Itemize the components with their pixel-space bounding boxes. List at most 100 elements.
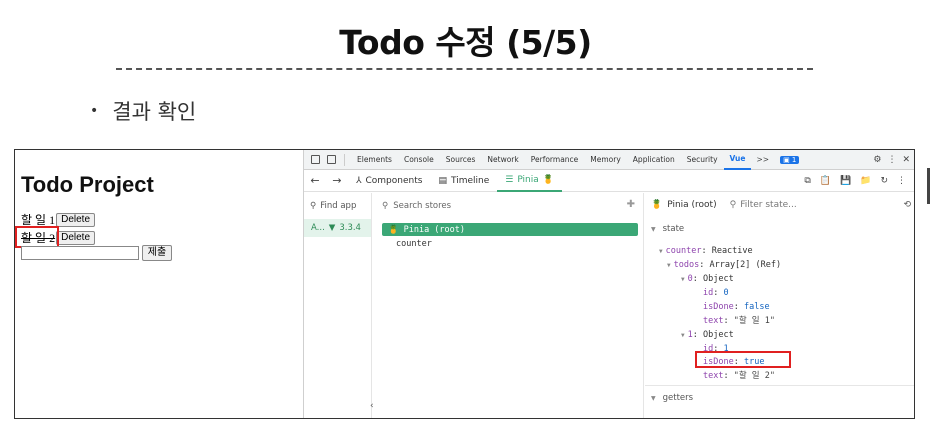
- timeline-icon: ▤: [438, 175, 447, 186]
- node-key: isDone: [703, 302, 734, 312]
- chevron-down-icon: ▼: [681, 332, 685, 339]
- search-icon: ⚲: [310, 201, 317, 211]
- highlight-box: [15, 226, 59, 248]
- kebab-menu-icon[interactable]: ⋮: [887, 155, 896, 165]
- submit-button[interactable]: 제출: [142, 245, 172, 261]
- bullet-dot-icon: •: [90, 103, 99, 119]
- node-value: 0: [723, 288, 729, 298]
- tab-network[interactable]: Network: [481, 150, 524, 170]
- store-item-counter[interactable]: counter: [396, 239, 432, 249]
- node-key: counter: [665, 246, 702, 256]
- inspector-title: Pinia (root): [667, 200, 717, 210]
- delete-button[interactable]: Delete: [56, 212, 95, 227]
- bullet-item: • 결과 확인: [90, 96, 196, 126]
- stores-column: ⚲ Search stores ✚ 🍍 Pinia (root) counter: [372, 193, 644, 418]
- browser-screenshot: Todo Project 할 일 1 Delete 할 일 2 Delete 제…: [14, 149, 915, 419]
- close-icon[interactable]: ✕: [902, 155, 910, 165]
- tab-sources[interactable]: Sources: [440, 150, 482, 170]
- app-list-item[interactable]: A... ▼ 3.3.4: [304, 219, 371, 237]
- folder-icon[interactable]: 📁: [860, 176, 871, 186]
- divider: [344, 153, 345, 166]
- state-section-header[interactable]: ▼ state: [651, 224, 684, 234]
- delete-button[interactable]: Delete: [56, 230, 95, 245]
- node-value: "할 일 2": [733, 371, 775, 381]
- tree-leaf[interactable]: text: "할 일 1": [703, 315, 775, 327]
- history-icon[interactable]: ⟲: [903, 200, 911, 210]
- gear-icon[interactable]: ⚙: [873, 155, 881, 165]
- filter-placeholder: Filter state...: [740, 200, 797, 210]
- plugin-icon[interactable]: ✚: [627, 199, 635, 210]
- getters-label: getters: [662, 393, 694, 403]
- tree-node-item-0[interactable]: ▼ 0: Object: [681, 273, 734, 285]
- chevron-down-icon: ▼: [681, 276, 685, 283]
- chevron-down-icon: ▼: [659, 248, 663, 255]
- highlight-box: [695, 351, 791, 368]
- devtools-panel: Elements Console Sources Network Perform…: [303, 150, 914, 418]
- components-icon: ⅄: [356, 175, 362, 186]
- search-icon: ⚲: [729, 200, 737, 210]
- tab-security[interactable]: Security: [681, 150, 724, 170]
- tree-leaf[interactable]: isDone: false: [703, 301, 770, 313]
- refresh-icon[interactable]: ↻: [880, 176, 888, 186]
- tab-pinia[interactable]: ☰ Pinia 🍍: [497, 170, 562, 192]
- device-toolbar-icon[interactable]: [327, 155, 336, 164]
- tree-leaf[interactable]: text: "할 일 2": [703, 370, 775, 382]
- find-app-search[interactable]: ⚲ Find app: [310, 201, 356, 211]
- tree-node-counter[interactable]: ▼ counter: Reactive: [659, 245, 753, 257]
- chevron-down-icon: ▼: [667, 262, 671, 269]
- back-arrow-icon[interactable]: ←: [304, 174, 326, 187]
- store-item-root[interactable]: 🍍 Pinia (root): [382, 223, 638, 236]
- node-value: Array[2] (Ref): [709, 260, 782, 270]
- clipboard-icon[interactable]: 📋: [820, 176, 831, 186]
- slide-title: Todo 수정 (5/5): [339, 23, 592, 62]
- node-key: text: [703, 316, 724, 326]
- tab-performance[interactable]: Performance: [525, 150, 585, 170]
- pinia-icon: 🍍: [388, 224, 399, 235]
- pinia-icon: 🍍: [651, 200, 663, 210]
- search-stores-input[interactable]: ⚲ Search stores: [382, 201, 451, 211]
- chevron-right-icon: ▼: [651, 394, 656, 402]
- node-value: Object: [703, 330, 734, 340]
- app-version: 3.3.4: [339, 223, 361, 233]
- forward-arrow-icon[interactable]: →: [326, 174, 348, 187]
- node-value: false: [743, 302, 770, 312]
- tab-elements[interactable]: Elements: [351, 150, 398, 170]
- save-icon[interactable]: 💾: [840, 176, 851, 186]
- pinia-icon: 🍍: [542, 174, 554, 185]
- find-app-placeholder: Find app: [320, 201, 357, 211]
- devtools-controls: ⚙ ⋮ ✕: [873, 155, 914, 165]
- tab-vue[interactable]: Vue: [723, 150, 752, 170]
- node-value: "할 일 1": [733, 316, 775, 326]
- tab-application[interactable]: Application: [627, 150, 681, 170]
- state-inspector: 🍍 Pinia (root) ⚲ Filter state... ⟲ ▼ sta…: [645, 193, 914, 418]
- app-name: A...: [311, 223, 325, 233]
- kebab-menu-icon[interactable]: ⋮: [897, 176, 906, 186]
- node-key: id: [703, 288, 714, 298]
- bullet-text: 결과 확인: [112, 100, 197, 124]
- app-title: Todo Project: [21, 172, 154, 197]
- issues-badge[interactable]: ▣ 1: [780, 155, 800, 164]
- tab-components[interactable]: ⅄ Components: [348, 170, 430, 192]
- tab-label: Components: [365, 175, 423, 186]
- tree-node-todos[interactable]: ▼ todos: Array[2] (Ref): [667, 259, 781, 271]
- state-label: state: [662, 224, 685, 234]
- store-label: Pinia (root): [403, 224, 466, 235]
- vue-logo-icon: ▼: [328, 223, 336, 233]
- chevron-down-icon: ▼: [651, 225, 656, 233]
- tab-timeline[interactable]: ▤ Timeline: [430, 170, 497, 192]
- devtools-tabbar: Elements Console Sources Network Perform…: [304, 150, 914, 170]
- todo-item: 할 일 1 Delete: [21, 212, 95, 227]
- tree-node-item-1[interactable]: ▼ 1: Object: [681, 329, 734, 341]
- node-value: Reactive: [711, 246, 753, 256]
- vue-tools: ⧉ 📋 💾 📁 ↻ ⋮: [804, 176, 914, 186]
- tab-memory[interactable]: Memory: [584, 150, 627, 170]
- copy-icon[interactable]: ⧉: [804, 176, 810, 186]
- more-tabs-button[interactable]: >>: [751, 155, 774, 164]
- inspect-element-icon[interactable]: [311, 155, 320, 164]
- tab-console[interactable]: Console: [398, 150, 440, 170]
- tree-leaf[interactable]: id: 0: [703, 287, 729, 299]
- getters-section-header[interactable]: ▼ getters: [651, 393, 693, 403]
- node-key: todos: [673, 260, 700, 270]
- filter-state-input[interactable]: ⚲ Filter state...: [730, 200, 797, 210]
- new-todo-input[interactable]: [21, 246, 139, 260]
